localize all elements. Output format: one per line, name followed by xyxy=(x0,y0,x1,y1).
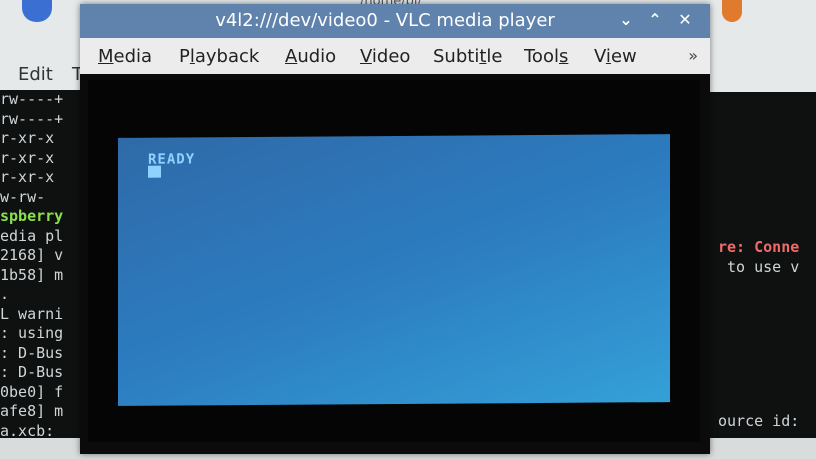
menu-item-text: P xyxy=(179,46,190,67)
menu-item-mnemonic: s xyxy=(558,46,569,67)
app-icon[interactable] xyxy=(722,0,742,22)
menu-item-text: edia xyxy=(113,46,153,67)
terminal-line: spberry xyxy=(0,207,64,225)
menu-item[interactable]: Playback xyxy=(179,46,259,67)
title-bar[interactable]: v4l2:///dev/video0 - VLC media player ⌄ … xyxy=(80,4,710,38)
menu-item-text: Subti xyxy=(433,46,480,67)
terminal-line: rw----+ xyxy=(0,90,64,108)
menu-item-text: ew xyxy=(610,46,637,67)
vlc-window: v4l2:///dev/video0 - VLC media player ⌄ … xyxy=(80,4,710,454)
window-title: v4l2:///dev/video0 - VLC media player xyxy=(215,10,555,31)
menu-overflow-button[interactable]: » xyxy=(688,46,698,65)
menu-item[interactable]: Video xyxy=(360,46,410,67)
terminal-line: w-rw- xyxy=(0,187,46,206)
terminal-line: edia pl xyxy=(0,226,64,245)
terminal-line: ource id: xyxy=(718,412,800,430)
minimize-button[interactable]: ⌄ xyxy=(615,8,637,32)
video-area[interactable]: READY xyxy=(80,74,710,454)
menu-item[interactable]: View xyxy=(594,46,637,67)
terminal-line: : using xyxy=(0,324,64,342)
maximize-button[interactable]: ⌃ xyxy=(644,8,666,32)
menu-item-text: V xyxy=(594,46,606,67)
menu-item-mnemonic: A xyxy=(285,46,298,67)
menu-item-text: ideo xyxy=(371,46,411,67)
background-terminal-right: re: Conne to use v ource id: xyxy=(708,92,816,442)
terminal-line: L warni xyxy=(0,304,64,323)
terminal-line: r-xr-x xyxy=(0,168,55,186)
video-screen: READY xyxy=(118,134,670,406)
terminal-line: . xyxy=(0,285,10,303)
terminal-line: : D-Bus xyxy=(0,343,64,362)
menu-item-mnemonic: M xyxy=(98,46,114,67)
terminal-line: to use v xyxy=(718,258,800,276)
menu-item-text: le xyxy=(486,46,503,67)
menu-item[interactable]: Audio xyxy=(285,46,336,67)
menu-item-text: udio xyxy=(297,46,337,67)
menu-item[interactable]: Subtitle xyxy=(433,46,502,67)
menu-item[interactable]: Tools xyxy=(524,46,568,67)
close-button[interactable]: ✕ xyxy=(674,8,696,32)
video-frame: READY xyxy=(88,80,700,442)
menu-item-text: ayback xyxy=(194,46,260,67)
terminal-line: 0be0] f xyxy=(0,382,64,401)
terminal-line: re: Conne xyxy=(718,238,800,256)
terminal-line: 1b58] m xyxy=(0,265,64,284)
terminal-line: : D-Bus xyxy=(0,363,64,381)
background-menu-edit[interactable]: Edit xyxy=(18,64,53,85)
terminal-line: afe8] m xyxy=(0,402,64,420)
terminal-line: r-xr-x xyxy=(0,129,55,147)
menu-bar: » Media Playback Audio Video Subtitle Tools Vi… xyxy=(80,38,710,74)
background-terminal-left: rw----+ rw----+ r-xr-x r-xr-x r-xr-x w-rw-spb… xyxy=(0,90,86,440)
terminal-line: 2168] v xyxy=(0,246,64,264)
menu-item[interactable]: Media xyxy=(98,46,152,67)
menu-item-mnemonic: V xyxy=(360,46,372,67)
menu-item-text: Tool xyxy=(524,46,559,67)
screen-cursor xyxy=(148,165,161,178)
terminal-line: rw----+ xyxy=(0,109,64,128)
terminal-line: r-xr-x xyxy=(0,148,55,167)
